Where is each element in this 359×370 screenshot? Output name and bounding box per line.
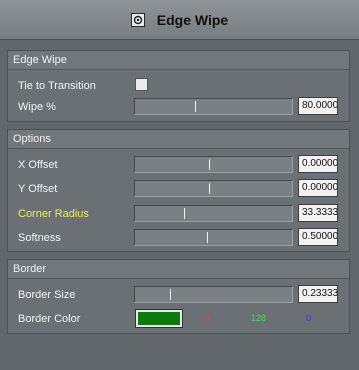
y-offset-row: Y Offset 0.00000 xyxy=(8,179,351,201)
wipe-percent-row: Wipe % 80.0000 xyxy=(8,97,351,119)
wipe-percent-slider-thumb[interactable] xyxy=(195,101,196,112)
section-header-border: Border xyxy=(8,260,349,279)
tie-to-transition-label: Tie to Transition xyxy=(18,80,96,92)
wipe-percent-slider[interactable] xyxy=(134,98,293,115)
tie-to-transition-row: Tie to Transition xyxy=(8,76,351,98)
border-color-label: Border Color xyxy=(18,313,81,325)
corner-radius-row: Corner Radius 33.3333 xyxy=(8,204,351,226)
softness-slider-thumb[interactable] xyxy=(207,232,208,243)
effect-icon xyxy=(130,12,145,27)
border-size-slider[interactable] xyxy=(134,286,293,303)
softness-row: Softness 0.50000 xyxy=(8,228,351,250)
section-edge-wipe: Edge Wipe Tie to Transition Wipe % 80.00… xyxy=(7,50,350,122)
softness-slider[interactable] xyxy=(134,229,293,246)
corner-radius-slider[interactable] xyxy=(134,205,293,222)
border-color-blue-value[interactable]: 0 xyxy=(306,313,311,323)
y-offset-field[interactable]: 0.00000 xyxy=(298,179,338,197)
wipe-percent-label: Wipe % xyxy=(18,101,56,113)
y-offset-slider[interactable] xyxy=(134,180,293,197)
effect-panel: Edge Wipe Edge Wipe Tie to Transition Wi… xyxy=(0,0,359,370)
softness-label: Softness xyxy=(18,232,61,244)
section-header-options: Options xyxy=(8,130,349,149)
corner-radius-slider-thumb[interactable] xyxy=(184,208,185,219)
x-offset-slider-thumb[interactable] xyxy=(209,159,210,170)
section-options: Options X Offset 0.00000 Y Offset 0.0000… xyxy=(7,129,350,252)
border-color-green-value[interactable]: 128 xyxy=(251,313,266,323)
corner-radius-field[interactable]: 33.3333 xyxy=(298,204,338,222)
border-color-red-value[interactable]: 0 xyxy=(205,313,210,323)
border-color-swatch[interactable] xyxy=(135,309,183,328)
border-size-field[interactable]: 0.23333 xyxy=(298,285,338,303)
border-size-slider-thumb[interactable] xyxy=(170,289,171,300)
border-size-row: Border Size 0.23333 xyxy=(8,285,351,307)
y-offset-label: Y Offset xyxy=(18,183,58,195)
section-header-edge-wipe: Edge Wipe xyxy=(8,51,349,70)
title-bar: Edge Wipe xyxy=(0,0,359,40)
y-offset-slider-thumb[interactable] xyxy=(209,183,210,194)
wipe-percent-field[interactable]: 80.0000 xyxy=(298,97,338,115)
softness-field[interactable]: 0.50000 xyxy=(298,228,338,246)
x-offset-row: X Offset 0.00000 xyxy=(8,155,351,177)
corner-radius-label: Corner Radius xyxy=(18,208,89,220)
border-color-row: Border Color 0 128 0 xyxy=(8,309,351,331)
x-offset-slider[interactable] xyxy=(134,156,293,173)
window-title: Edge Wipe xyxy=(156,11,229,28)
section-border: Border Border Size 0.23333 Border Color … xyxy=(7,259,350,334)
tie-to-transition-checkbox[interactable] xyxy=(135,78,148,91)
x-offset-field[interactable]: 0.00000 xyxy=(298,155,338,173)
border-size-label: Border Size xyxy=(18,289,76,301)
x-offset-label: X Offset xyxy=(18,159,58,171)
